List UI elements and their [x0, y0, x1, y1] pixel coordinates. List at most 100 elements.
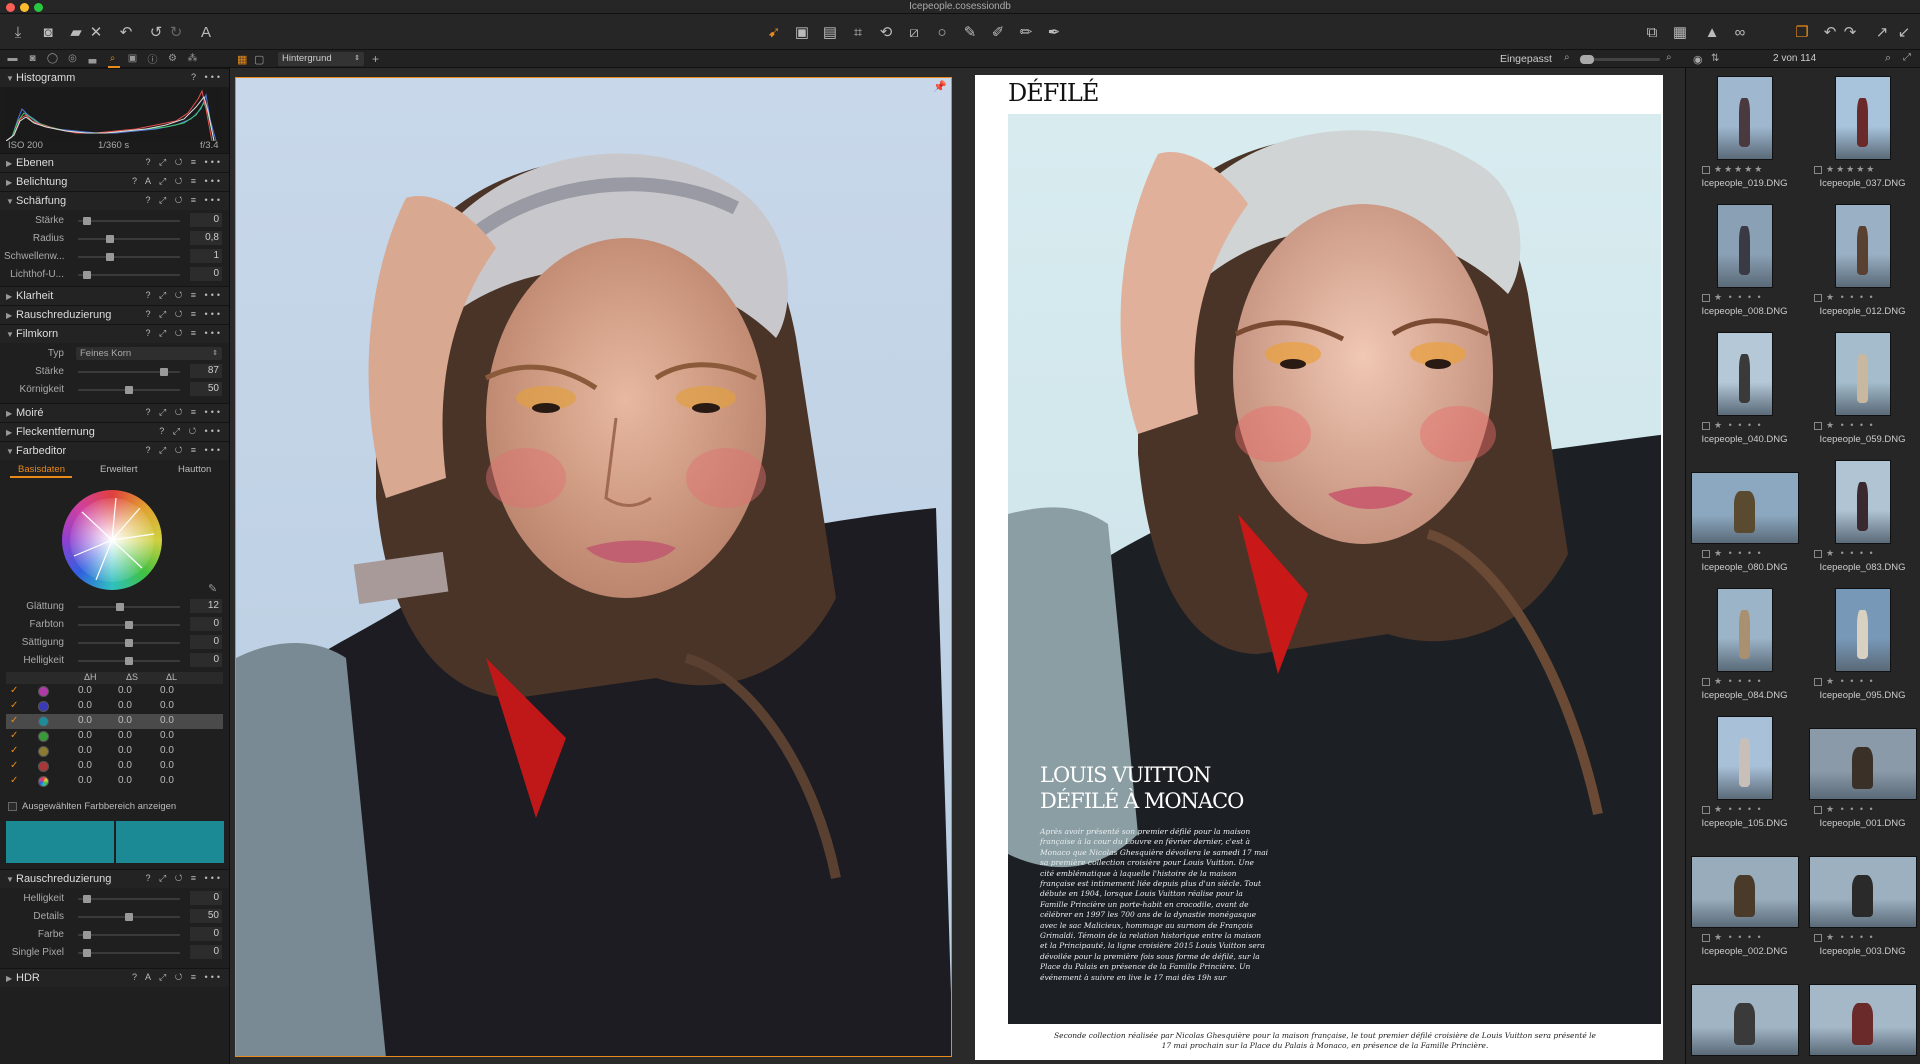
- zoom-slider-knob[interactable]: [1580, 55, 1594, 64]
- magazine-page[interactable]: DÉFILÉ LOUIS VUITTON DÉFILÉ À MONACO Apr…: [975, 75, 1663, 1060]
- slider-track[interactable]: [78, 949, 180, 957]
- checkmark-icon[interactable]: ✓: [10, 715, 18, 726]
- star-rating[interactable]: ★ • • • •: [1714, 420, 1763, 431]
- slider-value-field[interactable]: 0: [190, 267, 222, 281]
- thumbnail-cell[interactable]: ★ • • • • Icepeople_059.DNG: [1804, 328, 1920, 456]
- star-rating[interactable]: ★ • • • •: [1714, 932, 1763, 943]
- loupe-tool-icon[interactable]: ▤: [820, 22, 840, 42]
- reset-icon[interactable]: ↶: [116, 22, 136, 42]
- expand-icon[interactable]: ⤢: [1903, 52, 1911, 63]
- slider-track[interactable]: [78, 235, 180, 243]
- thumbnail-cell[interactable]: ★ • • • • Icepeople_001.DNG: [1804, 712, 1920, 840]
- thumbnail-image[interactable]: [1690, 472, 1799, 544]
- noise-reduction-header[interactable]: ▶ Rauschreduzierung ? ⤢ ↺ ≡ •••: [0, 305, 229, 324]
- slider-knob[interactable]: [125, 621, 133, 629]
- thumbnail-image[interactable]: [1716, 76, 1773, 160]
- slider-value-field[interactable]: 0: [190, 617, 222, 631]
- color-range-row[interactable]: ✓ 0.0 0.0 0.0: [6, 699, 223, 714]
- checkmark-icon[interactable]: ✓: [10, 760, 18, 771]
- section-controls[interactable]: ? ⤢ ↺ ≡ •••: [146, 873, 224, 884]
- background-select[interactable]: Hintergrund ⇕: [278, 52, 364, 66]
- slider-knob[interactable]: [106, 253, 115, 261]
- thumbnail-cell[interactable]: ★ • • • • Icepeople_095.DNG: [1804, 584, 1920, 712]
- thumbnail-cell[interactable]: ★ • • • • Icepeople_002.DNG: [1686, 840, 1803, 968]
- select-checkbox[interactable]: [1814, 294, 1822, 302]
- star-rating[interactable]: ★ • • • •: [1714, 676, 1763, 687]
- checkmark-icon[interactable]: ✓: [10, 745, 18, 756]
- slider-value-field[interactable]: 0: [190, 945, 222, 959]
- slider-track[interactable]: [78, 657, 180, 665]
- zoom-slider[interactable]: [1580, 55, 1660, 64]
- tab-basic[interactable]: Basisdaten: [18, 464, 65, 475]
- select-checkbox[interactable]: [1814, 422, 1822, 430]
- star-rating[interactable]: ★ • • • •: [1826, 292, 1875, 303]
- slider-knob[interactable]: [82, 949, 91, 957]
- details-tab-icon[interactable]: ⌕: [106, 52, 119, 65]
- film-grain-header[interactable]: ▼ Filmkorn ? ⤢ ↺ ≡ •••: [0, 324, 229, 343]
- capture-tab-icon[interactable]: ◙: [26, 52, 39, 65]
- thumbnail-cell[interactable]: ★ • • • • Icepeople_083.DNG: [1804, 456, 1920, 584]
- histogram-header[interactable]: ▼ Histogramm ? •••: [0, 68, 229, 87]
- slider-value-field[interactable]: 50: [190, 909, 222, 923]
- slider-value-field[interactable]: 0: [190, 635, 222, 649]
- thumbnail-cell[interactable]: [1686, 968, 1803, 1064]
- batch-tab-icon[interactable]: ⁂: [186, 52, 199, 65]
- select-checkbox[interactable]: [1702, 166, 1710, 174]
- add-overlay-icon[interactable]: +: [372, 52, 379, 66]
- thumbnail-cell[interactable]: ★ • • • • Icepeople_105.DNG: [1686, 712, 1803, 840]
- slider-knob[interactable]: [82, 895, 91, 903]
- star-rating[interactable]: ★ • • • •: [1826, 932, 1875, 943]
- camera-icon[interactable]: ◙: [38, 22, 58, 42]
- thumbnail-image[interactable]: [1834, 76, 1891, 160]
- crop-tool-icon[interactable]: ⌗: [848, 22, 868, 42]
- grain-type-select[interactable]: Feines Korn ⇕: [76, 347, 222, 360]
- slider-track[interactable]: [78, 386, 180, 394]
- slider-knob[interactable]: [82, 271, 91, 279]
- section-controls[interactable]: ? ⤢ ↺ ≡ •••: [146, 290, 224, 301]
- select-checkbox[interactable]: [1814, 166, 1822, 174]
- slider-value-field[interactable]: 50: [190, 382, 222, 396]
- pan-tool-icon[interactable]: ▣: [792, 22, 812, 42]
- slider-knob[interactable]: [125, 913, 133, 921]
- local-adjust-tab-icon[interactable]: ▣: [126, 52, 139, 65]
- library-tab-icon[interactable]: ▬: [6, 52, 19, 65]
- thumbnail-cell[interactable]: ★ • • • • Icepeople_003.DNG: [1804, 840, 1920, 968]
- slider-knob[interactable]: [82, 931, 91, 939]
- section-controls[interactable]: ? A ⤢ ↺ ≡ •••: [132, 972, 223, 983]
- copy-adjustments-icon[interactable]: ❐: [1792, 22, 1812, 42]
- show-range-checkbox[interactable]: [8, 802, 17, 811]
- picker-tool-icon[interactable]: ✎: [960, 22, 980, 42]
- section-controls[interactable]: ? ⤢ ↺ ≡ •••: [146, 195, 224, 206]
- slider-track[interactable]: [78, 913, 180, 921]
- select-checkbox[interactable]: [1702, 422, 1710, 430]
- sort-icon[interactable]: ⇅: [1711, 53, 1719, 64]
- star-rating[interactable]: ★ • • • •: [1826, 548, 1875, 559]
- select-checkbox[interactable]: [1702, 934, 1710, 942]
- checkmark-icon[interactable]: ✓: [10, 775, 18, 786]
- thumbnail-image[interactable]: [1716, 588, 1773, 672]
- lens-tab-icon[interactable]: ◯: [46, 52, 59, 65]
- thumbnail-image[interactable]: [1834, 332, 1891, 416]
- eyedropper-icon[interactable]: ✎: [208, 582, 217, 595]
- section-controls[interactable]: ? A ⤢ ↺ ≡ •••: [132, 176, 223, 187]
- slider-track[interactable]: [78, 639, 180, 647]
- star-rating[interactable]: ★ • • • •: [1826, 676, 1875, 687]
- thumbnail-image[interactable]: [1834, 588, 1891, 672]
- sharpening-header[interactable]: ▼ Schärfung ? ⤢ ↺ ≡ •••: [0, 191, 229, 210]
- exposure-header[interactable]: ▶ Belichtung ? A ⤢ ↺ ≡ •••: [0, 172, 229, 191]
- slider-knob[interactable]: [106, 235, 115, 243]
- slider-value-field[interactable]: 0: [190, 653, 222, 667]
- zoom-in-icon[interactable]: ⌕: [1666, 52, 1672, 63]
- color-editor-header[interactable]: ▼ Farbeditor ? ⤢ ↺ ≡ •••: [0, 441, 229, 460]
- thumbnail-image[interactable]: [1716, 716, 1773, 800]
- slider-track[interactable]: [78, 931, 180, 939]
- section-controls[interactable]: ? •••: [191, 72, 223, 82]
- select-checkbox[interactable]: [1814, 550, 1822, 558]
- thumbnail-cell[interactable]: ★ • • • • Icepeople_012.DNG: [1804, 200, 1920, 328]
- single-view-icon[interactable]: ▢: [254, 53, 266, 66]
- slider-track[interactable]: [78, 895, 180, 903]
- tab-advanced[interactable]: Erweitert: [100, 464, 137, 475]
- thumbnail-cell[interactable]: ★ • • • • Icepeople_040.DNG: [1686, 328, 1803, 456]
- undo-icon[interactable]: ↺: [146, 22, 166, 42]
- slider-value-field[interactable]: 0: [190, 213, 222, 227]
